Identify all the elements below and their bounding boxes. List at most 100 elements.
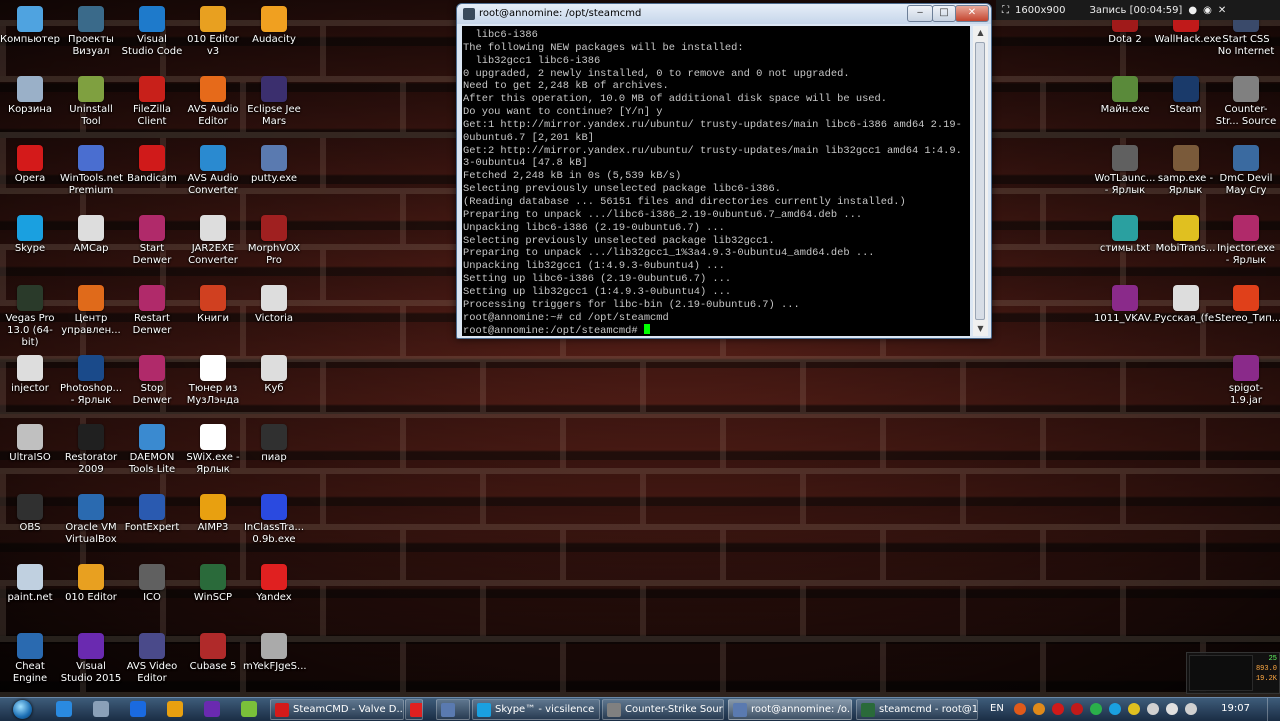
desktop-icon[interactable]: putty.exe: [243, 145, 305, 185]
taskbar-button[interactable]: Counter-Strike Source: [602, 699, 724, 720]
rec-icon[interactable]: ●: [1188, 5, 1197, 16]
desktop-icon[interactable]: Counter-Str... Source: [1215, 75, 1277, 128]
desktop-icon[interactable]: UltraISO: [0, 424, 61, 464]
desktop-icon[interactable]: Vegas Pro 13.0 (64-bit): [0, 284, 61, 349]
desktop-icon[interactable]: Uninstall Tool: [60, 75, 122, 128]
terminal-scrollbar[interactable]: ▲ ▼: [973, 26, 988, 336]
camera-icon[interactable]: ◉: [1203, 5, 1212, 16]
windows-orb-icon[interactable]: [13, 700, 32, 719]
taskbar-button[interactable]: [405, 699, 423, 720]
desktop-icon[interactable]: Yandex: [243, 563, 305, 604]
desktop-icon[interactable]: Тюнер из МузЛэнда: [182, 354, 244, 407]
desktop-icon[interactable]: Restart Denwer: [121, 284, 183, 337]
desktop-icon[interactable]: Корзина: [0, 75, 61, 116]
resolution-label[interactable]: 1600x900: [1015, 5, 1065, 16]
taskbar-button[interactable]: SteamCMD - Valve D...: [270, 699, 404, 720]
tray-warn-icon[interactable]: [1033, 703, 1045, 715]
drive-icon[interactable]: [93, 701, 109, 717]
desktop-icon[interactable]: Cubase 5: [182, 633, 244, 673]
desktop-icon[interactable]: 010 Editor v3: [182, 6, 244, 58]
desktop-icon[interactable]: Audacity: [243, 6, 305, 46]
minimize-button[interactable]: ‒: [907, 5, 933, 22]
scroll-thumb[interactable]: [975, 42, 985, 320]
desktop-icon[interactable]: DmC Devil May Cry: [1215, 145, 1277, 197]
tray-yellow-icon[interactable]: [1128, 703, 1140, 715]
desktop-icon[interactable]: Bandicam: [121, 145, 183, 185]
aimp-task-icon[interactable]: [167, 701, 183, 717]
terminal-window[interactable]: root@annomine: /opt/steamcmd ‒ □ ✕ libc6…: [456, 3, 992, 339]
desktop-icon[interactable]: WoTLaunc... - Ярлык: [1094, 145, 1156, 197]
desktop-icon[interactable]: AIMP3: [182, 493, 244, 534]
taskbar-button[interactable]: steamcmd - root@1...: [856, 699, 978, 720]
desktop-icon[interactable]: Компьютер: [0, 6, 61, 46]
desktop-icon[interactable]: Opera: [0, 145, 61, 185]
tray-green-icon[interactable]: [1090, 703, 1102, 715]
desktop-icon[interactable]: 1011_VKAV...: [1094, 284, 1159, 325]
taskbar-button[interactable]: root@annomine: /o...: [728, 699, 852, 720]
show-desktop-button[interactable]: [1267, 698, 1280, 721]
ie-icon[interactable]: [56, 701, 72, 717]
desktop-icon[interactable]: injector: [0, 354, 61, 395]
terminal-screen[interactable]: libc6-i386 The following NEW packages wi…: [462, 26, 970, 336]
maximize-button[interactable]: □: [932, 5, 956, 22]
desktop-icon[interactable]: Stop Denwer: [121, 354, 183, 407]
desktop-icon[interactable]: spigot-1.9.jar: [1215, 354, 1277, 407]
desktop-icon[interactable]: paint.net: [0, 563, 61, 604]
desktop-icon[interactable]: mYekFJgeS...: [243, 633, 307, 673]
desktop-icon[interactable]: Victoria: [243, 284, 305, 325]
desktop-icon[interactable]: Eclipse Jee Mars: [243, 75, 305, 128]
desktop-icon[interactable]: Photoshop... - Ярлык: [60, 354, 122, 407]
desktop-icon[interactable]: Injector.exe - Ярлык: [1215, 215, 1277, 267]
android-icon[interactable]: [241, 701, 257, 717]
tray-flag2-icon[interactable]: [1166, 703, 1178, 715]
desktop-icon[interactable]: FontExpert: [121, 493, 183, 534]
scroll-up-icon[interactable]: ▲: [973, 26, 988, 40]
desktop-icon[interactable]: 010 Editor: [60, 563, 122, 604]
desktop-icon[interactable]: Oracle VM VirtualBox: [60, 493, 122, 546]
desktop-icon[interactable]: WinSCP: [182, 563, 244, 604]
desktop-icon[interactable]: Visual Studio Code: [121, 6, 183, 58]
desktop-icon[interactable]: AVS Video Editor: [121, 633, 183, 685]
desktop-icon[interactable]: Майн.exe: [1094, 75, 1156, 116]
tray-rec-icon[interactable]: [1071, 703, 1083, 715]
start-button[interactable]: [4, 698, 38, 721]
desktop-icon[interactable]: Skype: [0, 215, 61, 255]
desktop-icon[interactable]: Visual Studio 2015: [60, 633, 122, 685]
clock[interactable]: 19:07: [1221, 703, 1250, 714]
desktop-icon[interactable]: SWiX.exe - Ярлык: [182, 424, 244, 476]
terminal-titlebar[interactable]: root@annomine: /opt/steamcmd ‒ □ ✕: [457, 4, 991, 24]
desktop-icon[interactable]: InClassTra... 0.9b.exe: [243, 493, 305, 546]
language-indicator[interactable]: EN: [990, 703, 1004, 714]
vs-task-icon[interactable]: [204, 701, 220, 717]
tray-red-icon[interactable]: [1052, 703, 1064, 715]
desktop-icon[interactable]: Книги: [182, 284, 244, 325]
desktop-icon[interactable]: ICO: [121, 563, 183, 604]
desktop-icon[interactable]: Русская_(fe...: [1155, 284, 1224, 325]
fullscreen-icon[interactable]: ⛶: [1002, 5, 1009, 16]
desktop-icon[interactable]: Stereo_Тип...: [1215, 284, 1280, 325]
desktop-icon[interactable]: Steam: [1155, 75, 1217, 116]
tray-flag-icon[interactable]: [1014, 703, 1026, 715]
desktop-icon[interactable]: Restorator 2009: [60, 424, 122, 476]
teamviewer-icon[interactable]: [130, 701, 146, 717]
desktop-icon[interactable]: Cheat Engine: [0, 633, 61, 685]
desktop-icon[interactable]: Start Denwer: [121, 215, 183, 267]
desktop-icon[interactable]: DAEMON Tools Lite: [121, 424, 183, 476]
desktop-icon[interactable]: WinTools.net Premium: [60, 145, 123, 197]
close-rec-icon[interactable]: ✕: [1218, 5, 1226, 16]
desktop-icon[interactable]: AVS Audio Converter: [182, 145, 244, 197]
desktop-icon[interactable]: MorphVOX Pro: [243, 215, 305, 267]
desktop-icon[interactable]: Куб: [243, 354, 305, 395]
taskbar-button[interactable]: [436, 699, 470, 720]
taskbar-button[interactable]: Skype™ - vicsilence: [472, 699, 600, 720]
putty-icon[interactable]: [463, 8, 475, 20]
desktop-icon[interactable]: JAR2EXE Converter: [182, 215, 244, 267]
scroll-down-icon[interactable]: ▼: [973, 322, 988, 336]
tray-volume-icon[interactable]: [1185, 703, 1197, 715]
desktop-icon[interactable]: MobiTrans...: [1155, 215, 1217, 255]
desktop-icon[interactable]: Центр управлен...: [60, 284, 122, 337]
desktop-icon[interactable]: пиар: [243, 424, 305, 464]
desktop-icon[interactable]: AMCap: [60, 215, 122, 255]
desktop-icon[interactable]: samp.exe - Ярлык: [1155, 145, 1217, 197]
desktop-icon[interactable]: стимы.txt: [1094, 215, 1156, 255]
